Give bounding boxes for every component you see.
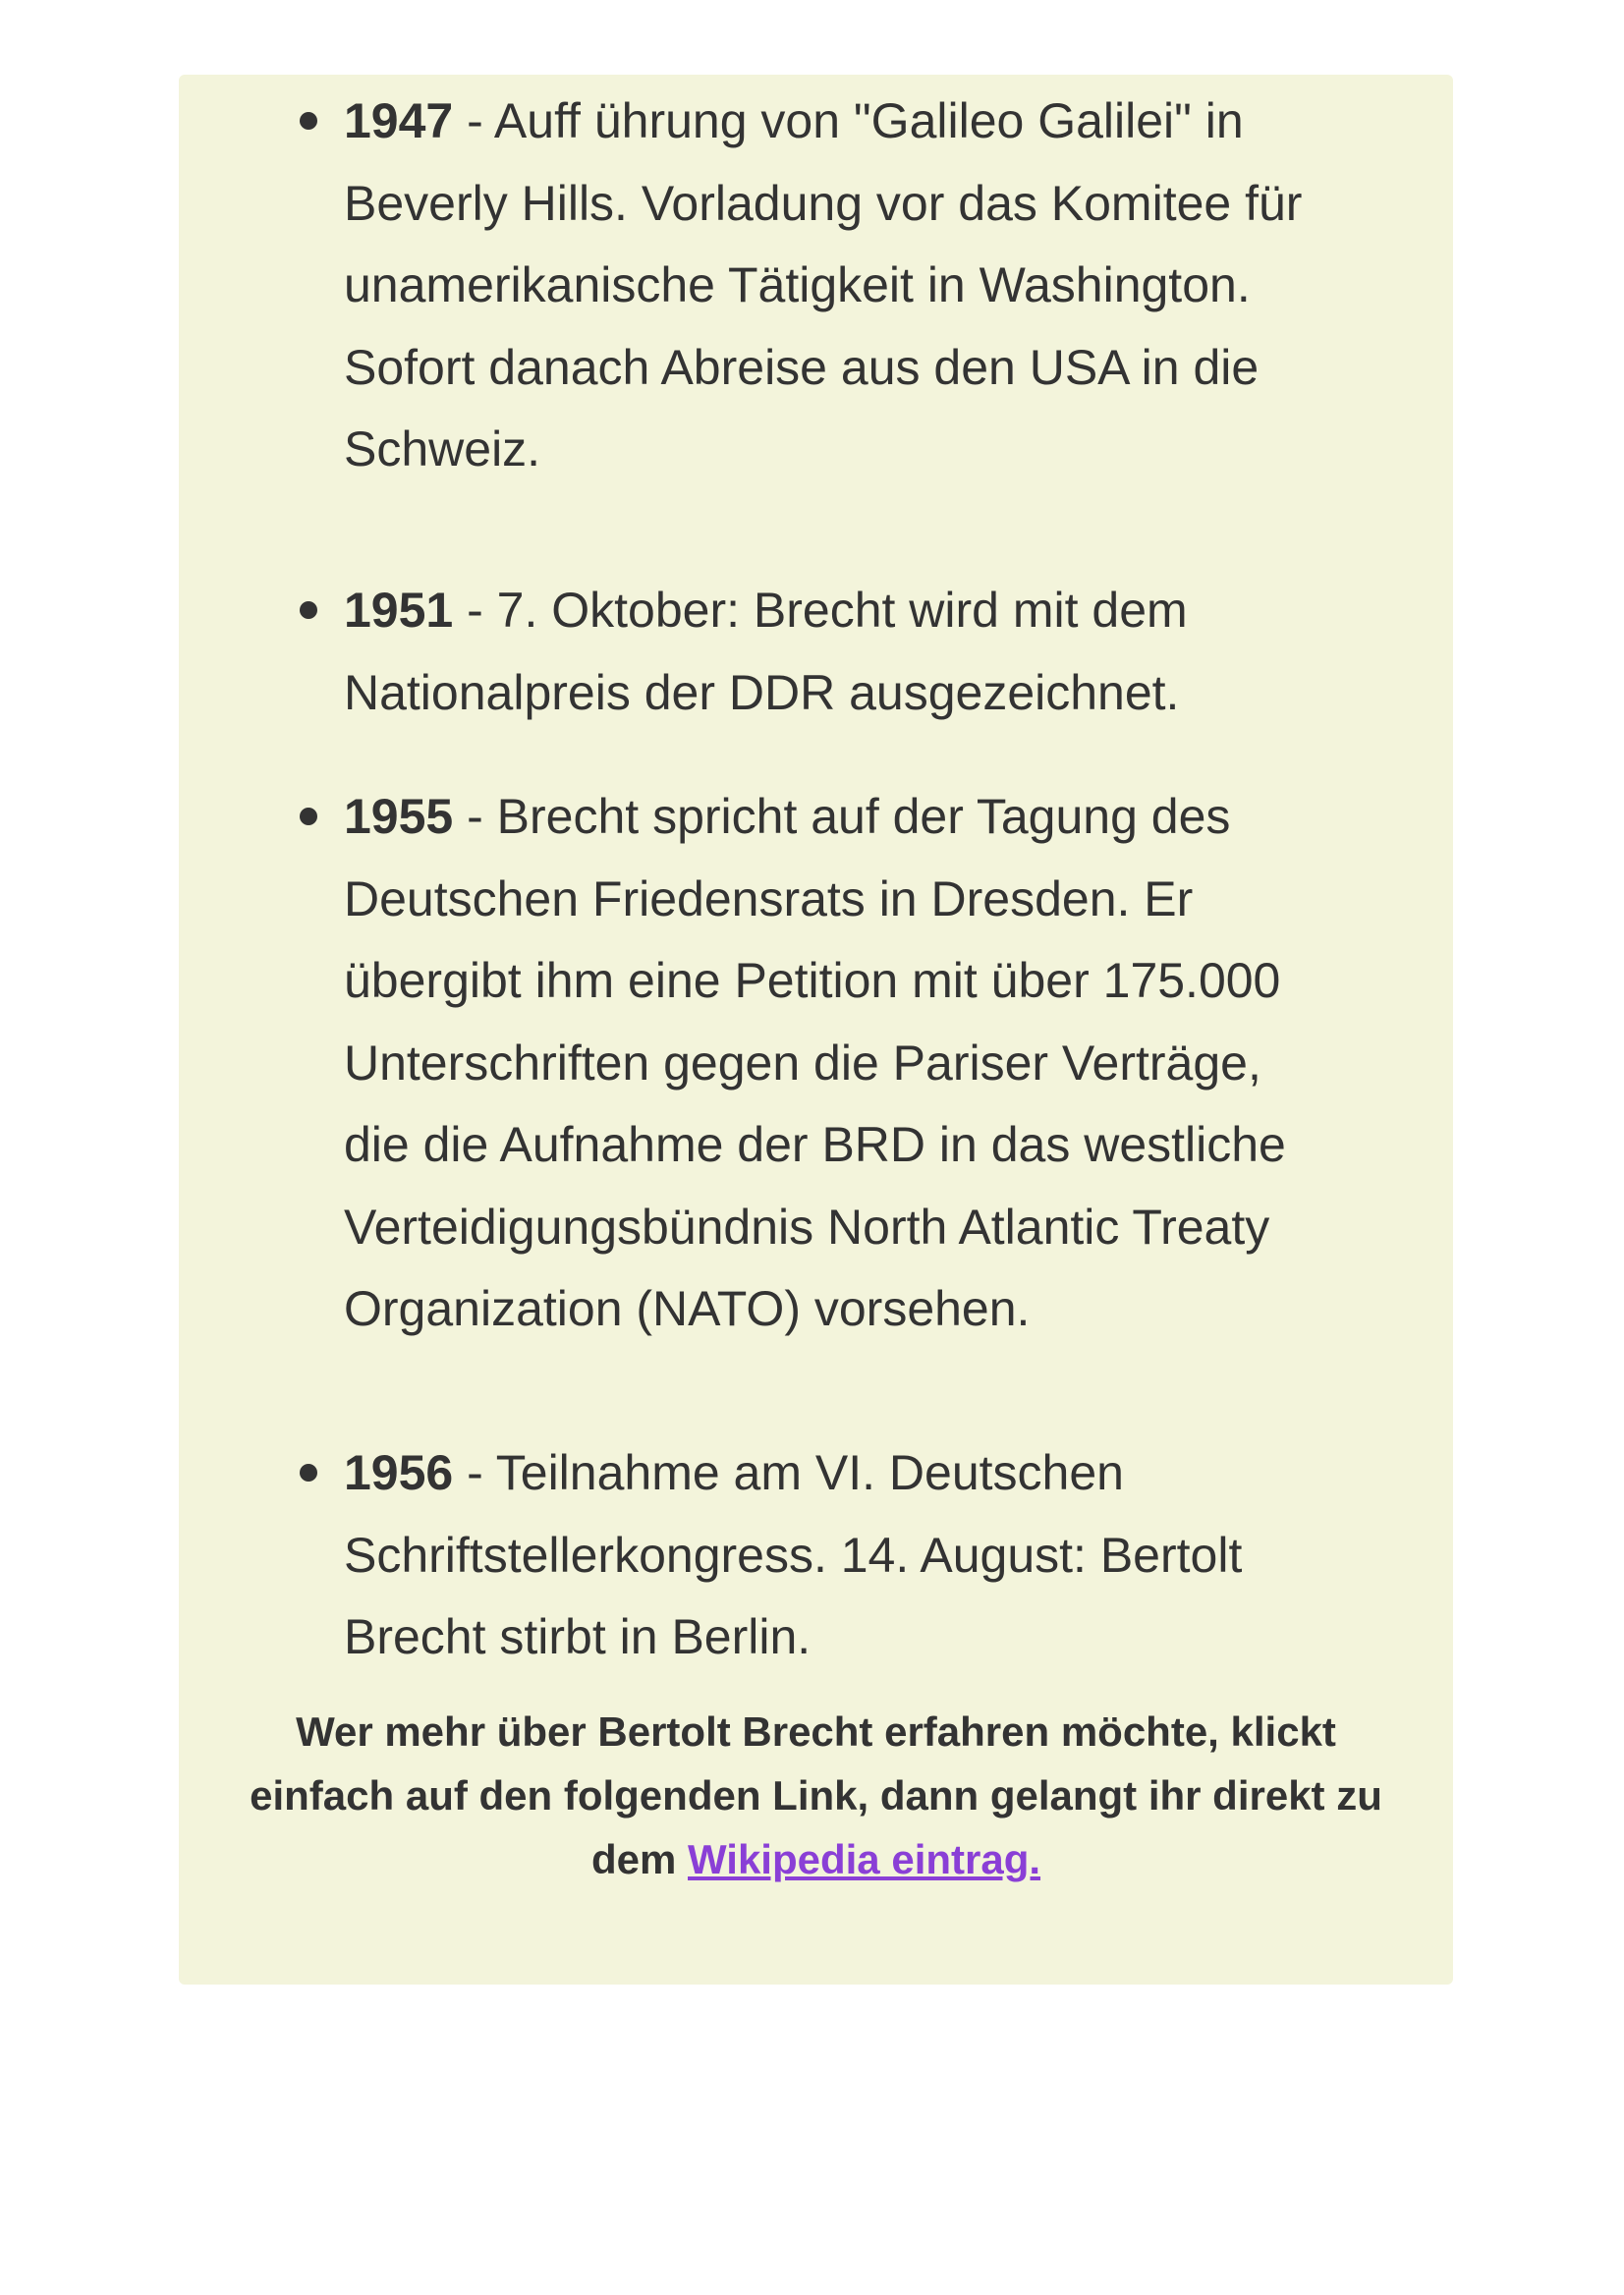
- bullet-icon: [300, 112, 317, 130]
- entry-text: - Teilnahme am VI. Deutschen: [453, 1445, 1124, 1500]
- footer-line-3-prefix: dem: [590, 1836, 688, 1882]
- timeline-entry-1956: 1956 - Teilnahme am VI. Deutschen Schrif…: [300, 1432, 1385, 1679]
- entry-year: 1956: [344, 1445, 454, 1500]
- bullet-icon: [300, 601, 317, 619]
- entry-line: Beverly Hills. Vorladung vor das Komitee…: [344, 175, 1303, 231]
- bullet-icon: [300, 1464, 317, 1482]
- entry-line: Organization (NATO) vorsehen.: [344, 1281, 1031, 1336]
- entry-line: Sofort danach Abreise aus den USA in die: [344, 339, 1260, 395]
- entry-year: 1955: [344, 789, 454, 844]
- footer-line-1: Wer mehr über Bertolt Brecht erfahren mö…: [296, 1708, 1336, 1755]
- footer-line-2: einfach auf den folgenden Link, dann gel…: [250, 1772, 1382, 1819]
- entry-line: Unterschriften gegen die Pariser Verträg…: [344, 1035, 1261, 1091]
- entry-year: 1951: [344, 583, 454, 638]
- entry-line: Brecht stirbt in Berlin.: [344, 1609, 812, 1664]
- entry-line: 1955 - Brecht spricht auf der Tagung des: [344, 789, 1230, 844]
- entry-text: - 7. Oktober: Brecht wird mit dem: [453, 583, 1188, 638]
- entry-line: 1947 - Auff ührung von "Galileo Galilei"…: [344, 93, 1244, 148]
- entry-line: Schweiz.: [344, 421, 541, 476]
- entry-line: Nationalpreis der DDR ausgezeichnet.: [344, 664, 1180, 720]
- entry-line: 1956 - Teilnahme am VI. Deutschen: [344, 1445, 1124, 1500]
- entry-text: - Brecht spricht auf der Tagung des: [453, 789, 1231, 844]
- wikipedia-link[interactable]: Wikipedia eintrag.: [688, 1836, 1040, 1882]
- entry-line: übergibt ihm eine Petition mit über 175.…: [344, 953, 1281, 1008]
- content-card: 1947 - Auff ührung von "Galileo Galilei"…: [179, 75, 1453, 1985]
- entry-text: - Auff ührung von "Galileo Galilei" in: [453, 93, 1244, 148]
- timeline-entry-1951: 1951 - 7. Oktober: Brecht wird mit dem N…: [300, 570, 1385, 734]
- footer-note: Wer mehr über Bertolt Brecht erfahren mö…: [179, 1700, 1453, 1891]
- bullet-icon: [300, 808, 317, 825]
- timeline-entry-1955: 1955 - Brecht spricht auf der Tagung des…: [300, 776, 1385, 1351]
- entry-line: Deutschen Friedensrats in Dresden. Er: [344, 870, 1194, 926]
- entry-year: 1947: [344, 93, 454, 148]
- entry-line: die die Aufnahme der BRD in das westlich…: [344, 1117, 1286, 1172]
- entry-line: Verteidigungsbündnis North Atlantic Trea…: [344, 1199, 1270, 1255]
- timeline-entry-1947: 1947 - Auff ührung von "Galileo Galilei"…: [300, 81, 1385, 491]
- entry-line: unamerikanische Tätigkeit in Washington.: [344, 257, 1251, 312]
- entry-line: 1951 - 7. Oktober: Brecht wird mit dem: [344, 583, 1188, 638]
- entry-line: Schriftstellerkongress. 14. August: Bert…: [344, 1527, 1243, 1583]
